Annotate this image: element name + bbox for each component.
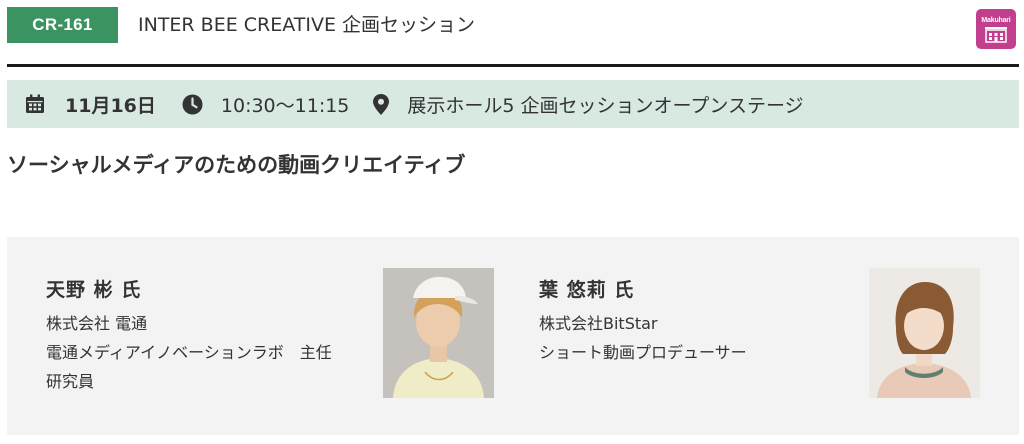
speaker-photo [383, 268, 494, 398]
speaker-affiliation: 株式会社 電通 [46, 314, 148, 333]
speaker-card: 天野 彬 氏 株式会社 電通 電通メディアイノベーションラボ 主任 研究員 [7, 237, 501, 435]
session-time: 10:30〜11:15 [220, 94, 350, 117]
building-icon [985, 26, 1007, 43]
header-divider [7, 64, 1019, 67]
session-place: 展示ホール5 企画セッションオープンステージ [407, 94, 804, 117]
speaker-affiliation: 電通メディアイノベーションラボ 主任 [46, 343, 332, 362]
speaker-name: 葉 悠莉 氏 [539, 279, 635, 301]
speaker-affiliation: 株式会社BitStar [539, 314, 658, 333]
session-title: ソーシャルメディアのための動画クリエイティブ [7, 153, 466, 177]
calendar-icon [25, 94, 45, 114]
session-code-badge: CR-161 [7, 7, 118, 43]
speaker-affiliation: ショート動画プロデューサー [539, 343, 747, 362]
session-date: 11月16日 [65, 94, 156, 117]
session-info-bar: 11月16日 10:30〜11:15 展示ホール5 企画セッションオープンステー… [7, 80, 1019, 128]
speakers-panel: 天野 彬 氏 株式会社 電通 電通メディアイノベーションラボ 主任 研究員 葉 … [7, 237, 1019, 435]
map-pin-icon [373, 93, 390, 115]
speaker-name: 天野 彬 氏 [46, 279, 142, 301]
session-header: CR-161 INTER BEE CREATIVE 企画セッション Makuha… [0, 0, 1024, 62]
speaker-affiliation: 研究員 [46, 372, 95, 391]
clock-icon [182, 94, 203, 115]
session-category: INTER BEE CREATIVE 企画セッション [138, 14, 475, 36]
venue-logo[interactable]: Makuhari [976, 9, 1016, 49]
speaker-photo [869, 268, 980, 398]
speaker-card: 葉 悠莉 氏 株式会社BitStar ショート動画プロデューサー [501, 237, 1019, 435]
venue-logo-text: Makuhari [981, 16, 1011, 24]
session-detail: CR-161 INTER BEE CREATIVE 企画セッション Makuha… [0, 0, 1024, 444]
